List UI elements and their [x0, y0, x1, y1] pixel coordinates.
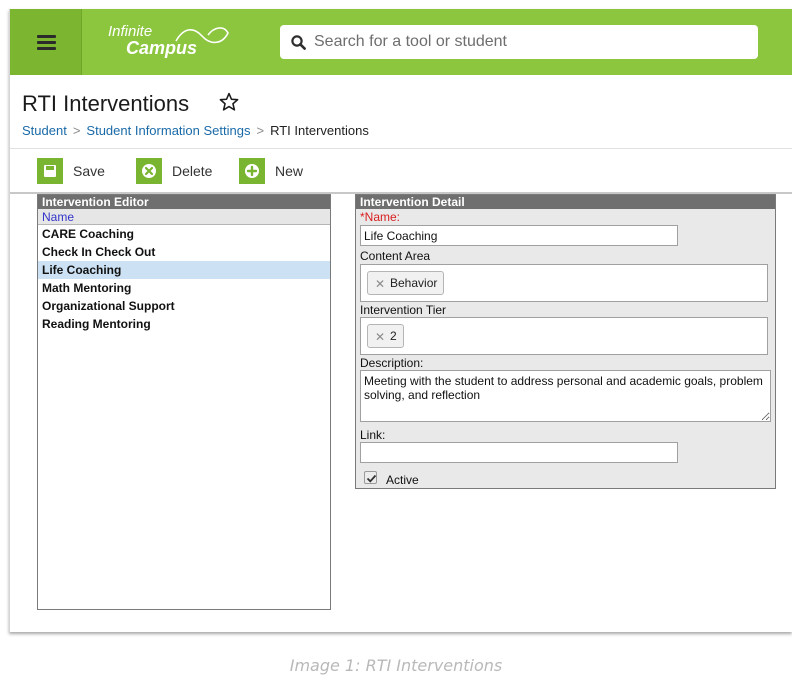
remove-tag-icon[interactable]: ✕	[375, 273, 385, 295]
breadcrumb-student[interactable]: Student	[22, 123, 67, 138]
list-item[interactable]: Check In Check Out	[38, 243, 330, 261]
name-field[interactable]	[360, 225, 678, 246]
list-item[interactable]: CARE Coaching	[38, 225, 330, 243]
infinite-campus-logo[interactable]: Infinite Campus	[108, 23, 229, 57]
save-button[interactable]: Save	[37, 158, 117, 184]
new-label: New	[275, 163, 304, 179]
hamburger-icon[interactable]	[10, 9, 82, 75]
list-item[interactable]: Organizational Support	[38, 297, 330, 315]
panel-title: Intervention Editor	[38, 195, 330, 209]
intervention-detail-panel: Intervention Detail *Name: Content Area …	[355, 194, 776, 489]
intervention-tier-label: Intervention Tier	[360, 303, 447, 317]
page-title: RTI Interventions	[22, 91, 190, 116]
search-box[interactable]	[280, 25, 758, 59]
checkmark-icon	[366, 474, 377, 483]
tier-tag[interactable]: ✕ 2	[367, 324, 404, 348]
remove-tag-icon[interactable]: ✕	[375, 326, 385, 348]
delete-icon	[136, 158, 162, 184]
search-input[interactable]	[314, 25, 744, 59]
breadcrumb-student-information-settings[interactable]: Student Information Settings	[86, 123, 250, 138]
chevron-right-icon: >	[72, 123, 81, 138]
star-outline-icon[interactable]	[218, 91, 240, 113]
logo-swoosh-icon	[175, 27, 229, 44]
breadcrumb-current: RTI Interventions	[270, 123, 369, 138]
list-item[interactable]: Math Mentoring	[38, 279, 330, 297]
link-field[interactable]	[360, 442, 678, 463]
active-label: Active	[386, 473, 419, 487]
save-label: Save	[73, 163, 105, 179]
list-item[interactable]: Reading Mentoring	[38, 315, 330, 333]
tag-label: Behavior	[390, 276, 438, 290]
name-label-text: Name:	[364, 210, 401, 224]
content-area-field[interactable]: ✕ Behavior	[360, 264, 768, 302]
list-item-selected[interactable]: Life Coaching	[38, 261, 330, 279]
image-caption: Image 1: RTI Interventions	[289, 656, 503, 675]
content-area-label: Content Area	[360, 249, 431, 263]
intervention-tier-field[interactable]: ✕ 2	[360, 317, 768, 355]
plus-icon	[239, 158, 265, 184]
content-area-tag[interactable]: ✕ Behavior	[367, 271, 445, 295]
magnifier-icon	[291, 35, 306, 50]
chevron-right-icon: >	[256, 123, 265, 138]
description-field[interactable]: Meeting with the student to address pers…	[360, 370, 771, 422]
description-label: Description:	[360, 356, 424, 370]
delete-button[interactable]: Delete	[136, 158, 226, 184]
intervention-editor-panel: Intervention Editor Name CARE Coaching C…	[37, 194, 331, 610]
column-header-name[interactable]: Name	[38, 209, 330, 225]
active-checkbox[interactable]	[364, 471, 377, 484]
delete-label: Delete	[172, 163, 213, 179]
app-window: Infinite Campus RTI Interventions Studen…	[9, 9, 792, 632]
link-label: Link:	[360, 428, 386, 442]
top-bar: Infinite Campus	[10, 9, 792, 75]
tag-label: 2	[390, 329, 397, 343]
header-divider	[10, 148, 792, 149]
breadcrumb: Student > Student Information Settings > RTI…	[22, 123, 369, 138]
name-label: *Name:	[360, 210, 400, 224]
save-icon	[37, 158, 63, 184]
panel-title: Intervention Detail	[356, 195, 775, 209]
new-button[interactable]: New	[239, 158, 319, 184]
